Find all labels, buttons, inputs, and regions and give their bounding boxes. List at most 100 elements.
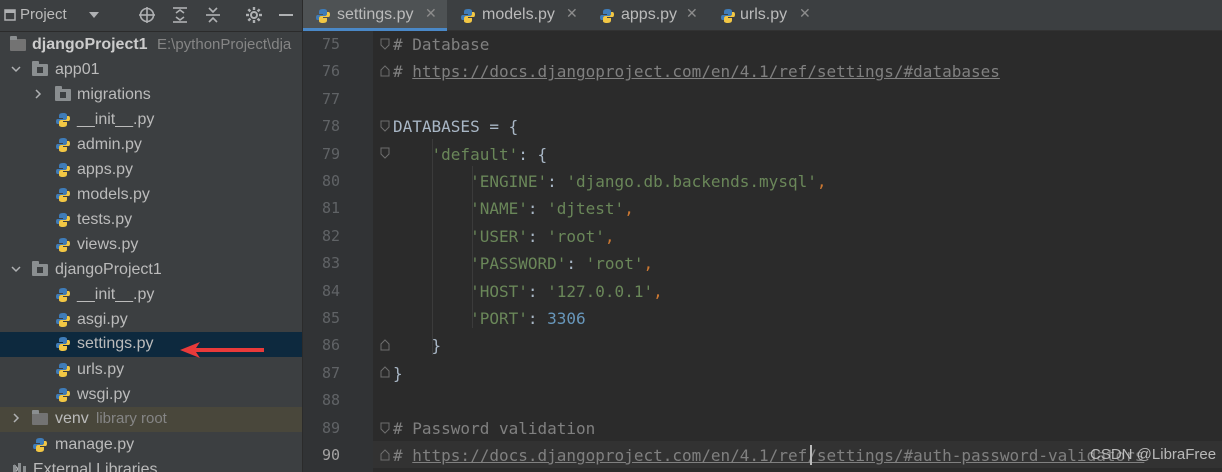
- code-line: # Database: [393, 35, 490, 54]
- editor-area: settings.py ✕ models.py ✕ apps.py ✕ urls…: [303, 0, 1222, 472]
- fold-marker-icon[interactable]: [380, 120, 390, 132]
- tree-row-venv[interactable]: venv library root: [0, 407, 302, 432]
- chevron-down-icon[interactable]: [10, 63, 22, 77]
- python-file-icon: [55, 112, 73, 128]
- python-file-icon: [55, 187, 73, 203]
- fold-marker-icon[interactable]: [380, 339, 390, 351]
- line-number: 82: [321, 226, 340, 245]
- tree-row-migrations[interactable]: migrations: [0, 83, 302, 108]
- tree-row-file[interactable]: tests.py: [0, 208, 302, 233]
- crosshair-icon[interactable]: [137, 5, 157, 25]
- chevron-right-icon[interactable]: [32, 88, 44, 102]
- tree-row-external-libraries[interactable]: External Libraries: [0, 458, 302, 472]
- code-line: 'HOST': '127.0.0.1',: [470, 281, 663, 301]
- python-file-icon: [720, 8, 736, 29]
- tab-label: models.py: [482, 6, 555, 23]
- tree-row-file[interactable]: manage.py: [0, 433, 302, 458]
- root-project-name: djangoProject1: [32, 36, 148, 53]
- expand-all-icon[interactable]: [170, 5, 190, 25]
- code-line: }: [393, 336, 442, 356]
- python-file-icon: [55, 387, 73, 403]
- line-number-gutter[interactable]: 75 76 77 78 79 80 81 82 83 84 85 86 87 88 89 90: [303, 31, 373, 472]
- close-icon[interactable]: ✕: [425, 6, 437, 22]
- fold-marker-icon[interactable]: [380, 449, 390, 461]
- fold-marker-icon[interactable]: [380, 38, 390, 50]
- tree-row-file[interactable]: admin.py: [0, 133, 302, 158]
- close-icon[interactable]: ✕: [686, 6, 698, 22]
- collapse-all-icon[interactable]: [203, 5, 223, 25]
- project-folder-icon: [10, 36, 28, 53]
- tree-item-label: models.py: [77, 186, 150, 203]
- tree-row-file[interactable]: __init__.py: [0, 108, 302, 133]
- python-file-icon: [55, 162, 73, 178]
- tree-row-file[interactable]: asgi.py: [0, 308, 302, 333]
- code-line: 'USER': 'root',: [470, 226, 615, 246]
- tab-label: urls.py: [740, 6, 788, 23]
- tree-item-label: wsgi.py: [77, 386, 131, 403]
- tree-item-label: External Libraries: [33, 461, 158, 472]
- close-icon[interactable]: ✕: [566, 6, 578, 22]
- tree-item-label: __init__.py: [77, 286, 155, 303]
- code-editor[interactable]: # Database # https://docs.djangoproject.c…: [373, 31, 1222, 472]
- tab-apps[interactable]: apps.py ✕: [587, 0, 707, 31]
- tree-row-file[interactable]: apps.py: [0, 158, 302, 183]
- python-file-icon: [55, 312, 73, 328]
- tree-row-root[interactable]: djangoProject1 E:\pythonProject\dja: [0, 33, 302, 58]
- tree-item-label: tests.py: [77, 211, 133, 228]
- python-file-icon: [55, 336, 73, 352]
- line-number: 78: [321, 117, 340, 136]
- fold-marker-icon[interactable]: [380, 422, 390, 434]
- tab-settings[interactable]: settings.py ✕: [303, 0, 447, 31]
- tree-item-label: apps.py: [77, 161, 134, 178]
- code-line: # https://docs.djangoproject.com/en/4.1/…: [393, 62, 1000, 82]
- line-number: 90: [321, 446, 340, 464]
- tab-urls[interactable]: urls.py ✕: [708, 0, 822, 31]
- tree-row-file[interactable]: urls.py: [0, 358, 302, 383]
- python-file-icon: [599, 8, 615, 29]
- fold-marker-icon[interactable]: [380, 366, 390, 378]
- gear-icon[interactable]: [244, 5, 264, 25]
- text-caret: [810, 445, 812, 465]
- tab-label: apps.py: [621, 6, 678, 23]
- tree-row-djangoproject1[interactable]: djangoProject1: [0, 258, 302, 283]
- red-annotation-arrow: [180, 342, 264, 358]
- python-file-icon: [55, 212, 73, 228]
- tree-item-label: djangoProject1: [55, 261, 162, 278]
- fold-marker-icon[interactable]: [380, 65, 390, 77]
- close-icon[interactable]: ✕: [799, 6, 811, 22]
- code-line: 'default': {: [431, 144, 548, 164]
- minimize-icon[interactable]: [276, 5, 296, 25]
- code-line: 'PASSWORD': 'root',: [470, 254, 654, 274]
- chevron-down-icon[interactable]: [10, 263, 22, 277]
- python-file-icon: [315, 8, 331, 29]
- line-number: 80: [321, 172, 340, 190]
- project-panel-header: Project: [0, 0, 302, 32]
- code-line: # https://docs.djangoproject.com/en/4.1/…: [393, 446, 1145, 465]
- python-file-icon: [32, 437, 50, 453]
- editor-tab-bar: settings.py ✕ models.py ✕ apps.py ✕ urls…: [303, 0, 1222, 31]
- code-line: # Password validation: [393, 418, 596, 438]
- fold-marker-icon[interactable]: [380, 147, 390, 159]
- view-dropdown-icon[interactable]: [84, 5, 104, 25]
- line-number: 83: [321, 254, 340, 273]
- project-panel-title[interactable]: Project: [20, 6, 67, 23]
- python-file-icon: [460, 8, 476, 29]
- tab-models[interactable]: models.py ✕: [448, 0, 586, 31]
- code-line: DATABASES = {: [393, 117, 519, 137]
- tree-row-file[interactable]: wsgi.py: [0, 383, 302, 408]
- tree-row-app01[interactable]: app01: [0, 58, 302, 83]
- code-line: 'NAME': 'djtest',: [470, 199, 634, 219]
- tree-item-label: __init__.py: [77, 111, 155, 128]
- tree-row-file[interactable]: models.py: [0, 183, 302, 208]
- line-number: 88: [321, 391, 340, 410]
- tree-item-label: urls.py: [77, 361, 125, 378]
- code-line: }: [393, 363, 403, 383]
- chevron-right-icon[interactable]: [10, 412, 22, 426]
- library-icon: [12, 462, 30, 472]
- tree-row-file[interactable]: views.py: [0, 233, 302, 258]
- module-folder-icon: [32, 61, 50, 78]
- line-number: 75: [321, 35, 340, 53]
- library-root-hint: library root: [96, 410, 167, 427]
- line-number: 76: [321, 62, 340, 81]
- tree-row-file[interactable]: __init__.py: [0, 283, 302, 308]
